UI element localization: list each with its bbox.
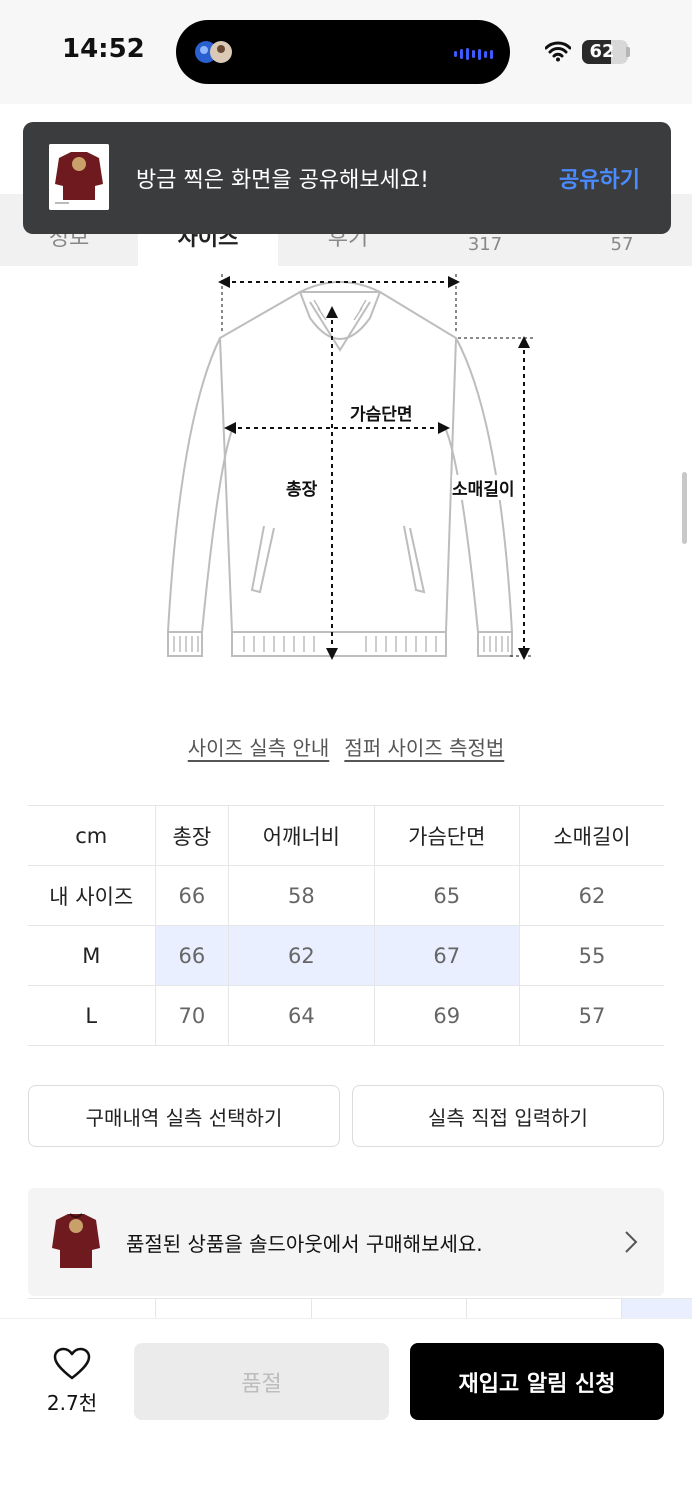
media-artwork-icon [195, 41, 232, 63]
size-table: cm 총장 어깨너비 가슴단면 소매길이 내 사이즈 66 58 65 62 M… [28, 805, 664, 1046]
toast-message: 방금 찍은 화면을 공유해보세요! [136, 168, 429, 193]
jacket-outline-icon [166, 274, 534, 660]
diagram-label-length: 총장 [286, 475, 318, 500]
table-cell: 70 [154, 985, 229, 1046]
restock-alert-button[interactable]: 재입고 알림 신청 [410, 1343, 664, 1420]
audio-wave-icon [454, 48, 493, 60]
table-cell: 55 [518, 925, 664, 986]
wishlist-button[interactable]: 2.7천 [40, 1347, 104, 1419]
tab-review-count-value: 317 [467, 234, 503, 255]
battery-tip [626, 47, 630, 57]
row-label: L [28, 985, 155, 1046]
manual-measure-input-button[interactable]: 실측 직접 입력하기 [352, 1085, 664, 1147]
table-row-my-size: 내 사이즈 66 58 65 62 [28, 865, 664, 926]
status-bar: 14:52 62 [0, 0, 692, 104]
soldout-disabled-button: 품절 [134, 1343, 389, 1420]
table-cell: 62 [228, 925, 375, 986]
header-shoulder: 어깨너비 [228, 805, 375, 866]
product-thumbnail-icon [52, 1213, 100, 1268]
table-cell: 67 [373, 925, 520, 986]
table-cell: 57 [518, 985, 664, 1046]
dynamic-island [176, 20, 510, 84]
table-row-l[interactable]: L 70 64 69 57 [28, 985, 664, 1046]
table-cell: 69 [373, 985, 520, 1046]
share-button[interactable]: 공유하기 [559, 162, 640, 194]
table-cell: 66 [154, 865, 229, 926]
size-table-header-row: cm 총장 어깨너비 가슴단면 소매길이 [28, 805, 664, 866]
row-label: M [28, 925, 155, 986]
size-diagram: 가슴단면 총장 소매길이 [160, 270, 540, 670]
chevron-right-icon [625, 1231, 638, 1253]
battery-percent: 62 [589, 41, 615, 62]
tab-extra-count: 57 [610, 234, 634, 255]
wifi-icon [545, 41, 571, 62]
screenshot-thumbnail [49, 144, 109, 210]
header-sleeve: 소매길이 [518, 805, 664, 866]
table-cell: 65 [373, 865, 520, 926]
diagram-label-sleeve: 소매길이 [452, 475, 515, 500]
size-guide-links: 사이즈 실측 안내 점퍼 사이즈 측정법 [0, 732, 692, 761]
size-guide-link[interactable]: 사이즈 실측 안내 [188, 736, 330, 760]
table-cell: 58 [228, 865, 375, 926]
battery-icon: 62 [582, 40, 628, 64]
screenshot-share-toast: 방금 찍은 화면을 공유해보세요! 공유하기 [23, 122, 671, 234]
table-cell: 62 [518, 865, 664, 926]
jacket-thumbnail-icon [49, 144, 109, 210]
wishlist-count: 2.7천 [46, 1391, 98, 1415]
soldout-banner[interactable]: 품절된 상품을 솔드아웃에서 구매해보세요. [28, 1188, 664, 1296]
diagram-label-chest: 가슴단면 [350, 400, 413, 425]
header-unit: cm [28, 805, 155, 866]
table-cell: 66 [154, 925, 229, 986]
table-cell: 64 [228, 985, 375, 1046]
bottom-action-bar: 2.7천 품절 재입고 알림 신청 [0, 1318, 692, 1500]
status-time: 14:52 [62, 34, 145, 64]
header-length: 총장 [154, 805, 229, 866]
heart-icon [53, 1347, 91, 1380]
table-row-m[interactable]: M 66 62 67 55 [28, 925, 664, 986]
header-chest: 가슴단면 [373, 805, 520, 866]
row-label: 내 사이즈 [28, 865, 155, 926]
soldout-banner-text: 품절된 상품을 솔드아웃에서 구매해보세요. [126, 1232, 483, 1256]
scrollbar[interactable] [682, 472, 687, 544]
measure-method-link[interactable]: 점퍼 사이즈 측정법 [344, 736, 504, 760]
purchase-history-measure-button[interactable]: 구매내역 실측 선택하기 [28, 1085, 340, 1147]
